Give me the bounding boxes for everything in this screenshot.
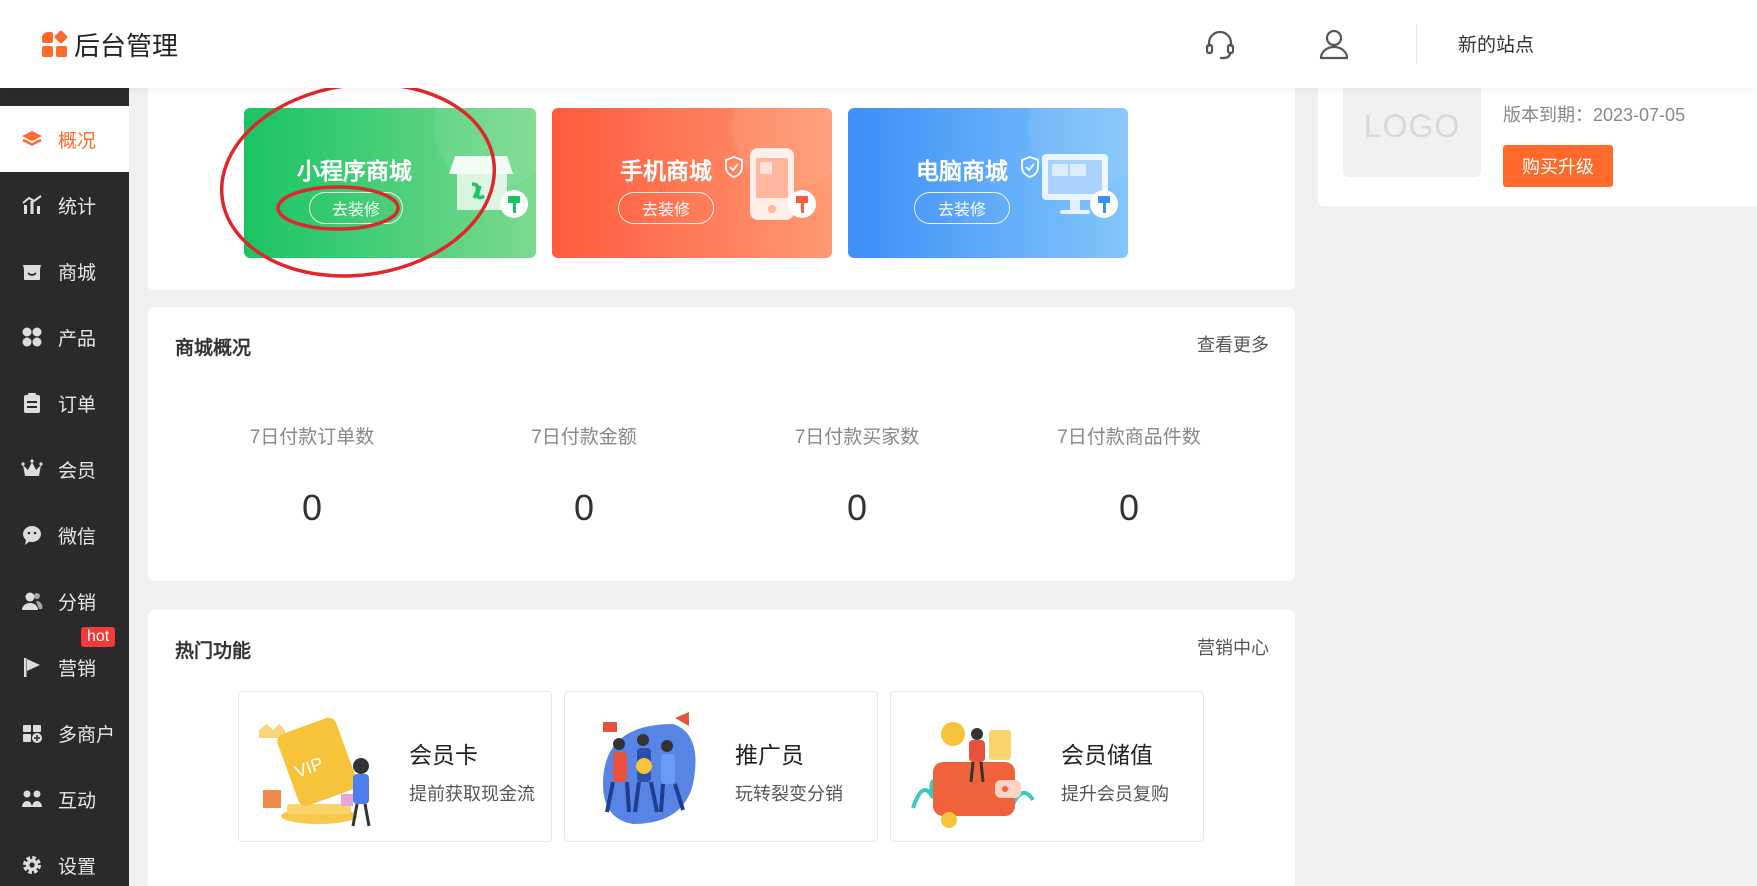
store-name: 手机商城	[620, 158, 712, 184]
store-name: 电脑商城	[916, 158, 1008, 184]
sidebar-item-label: 概况	[58, 130, 97, 152]
verified-shield-icon	[1021, 156, 1039, 178]
store-name: 小程序商城	[297, 158, 412, 184]
hot-badge: hot	[81, 627, 116, 647]
feature-title: 推广员	[735, 742, 804, 768]
sidebar-item-members[interactable]: 会员	[0, 436, 129, 502]
store-card-pc[interactable]: 电脑商城 去装修	[848, 108, 1128, 258]
promoter-illustration	[603, 712, 696, 824]
sidebar-item-label: 产品	[58, 328, 97, 350]
overview-title: 商城概况	[175, 338, 252, 359]
flag-icon	[20, 655, 44, 679]
shop-icon	[20, 259, 44, 283]
marketing-center-link[interactable]: 营销中心	[1197, 634, 1269, 660]
layers-icon	[20, 127, 44, 151]
store-card-miniprogram[interactable]: 小程序商城 去装修	[244, 108, 536, 258]
site-logo-placeholder[interactable]: LOGO	[1343, 75, 1481, 177]
verified-shield-icon	[725, 156, 743, 178]
feature-card-promoter[interactable]: 推广员 玩转裂变分销	[564, 691, 878, 842]
stat-label: 7日付款商品件数	[1057, 427, 1201, 448]
feature-subtitle: 提升会员复购	[1061, 784, 1169, 804]
sidebar-item-settings[interactable]: 设置	[0, 832, 129, 886]
vip-card-illustration: VIP	[259, 717, 371, 827]
top-header: 后台管理 新的站点	[0, 0, 1757, 88]
brand[interactable]: 后台管理	[42, 26, 178, 63]
miniprogram-shop-icon	[449, 156, 528, 218]
crown-icon	[20, 457, 44, 481]
sidebar-item-label: 统计	[58, 196, 97, 218]
sidebar-item-interaction[interactable]: 互动	[0, 766, 129, 832]
decorate-button[interactable]: 去装修	[309, 192, 403, 224]
sidebar-item-label: 会员	[58, 460, 97, 482]
wallet-illustration	[911, 722, 1035, 828]
stat-value: 0	[301, 487, 323, 528]
grid-icon	[20, 325, 44, 349]
stat-label: 7日付款买家数	[794, 427, 920, 448]
chart-icon	[20, 193, 44, 217]
desktop-computer-icon	[1042, 154, 1118, 218]
site-name[interactable]: 新的站点	[1458, 30, 1534, 57]
sidebar-item-label: 分销	[58, 592, 97, 614]
sidebar-item-stats[interactable]: 统计	[0, 172, 129, 238]
feature-title: 会员卡	[409, 742, 478, 768]
headset-icon[interactable]	[1202, 26, 1238, 62]
header-divider	[1416, 24, 1417, 64]
brand-logo-icon	[42, 29, 69, 58]
sidebar-item-label: 订单	[58, 394, 97, 416]
decorate-button[interactable]: 去装修	[914, 192, 1010, 224]
sidebar-item-orders[interactable]: 订单	[0, 370, 129, 436]
sidebar-item-wechat[interactable]: 微信	[0, 502, 129, 568]
users-icon	[20, 589, 44, 613]
people-icon	[20, 787, 44, 811]
sidebar-item-label: 设置	[58, 856, 97, 878]
stat-label: 7日付款金额	[531, 427, 637, 448]
sidebar-item-label: 微信	[58, 526, 97, 548]
sidebar-item-mall[interactable]: 商城	[0, 238, 129, 304]
version-expire-text: 版本到期：2023-07-05	[1503, 105, 1686, 125]
clipboard-icon	[20, 391, 44, 415]
store-card-mobile[interactable]: 手机商城 去装修	[552, 108, 832, 258]
sidebar-item-label: 互动	[58, 790, 97, 812]
stat-orders: 7日付款订单数 0	[197, 422, 427, 529]
stat-amount: 7日付款金额 0	[469, 422, 699, 529]
store-plus-icon	[20, 721, 44, 745]
sidebar-item-overview[interactable]: 概况	[0, 106, 129, 172]
feature-subtitle: 玩转裂变分销	[735, 784, 843, 804]
upgrade-button[interactable]: 购买升级	[1503, 145, 1613, 187]
stat-value: 0	[846, 487, 868, 528]
hot-features-title: 热门功能	[175, 641, 252, 662]
sidebar: 概况 统计 商城 产品 订单 会员 微信 分销 营销 多商户 互动 设置	[0, 88, 129, 886]
feature-card-member-card[interactable]: VIP 会员卡 提前获取现金流	[238, 691, 552, 842]
stat-label: 7日付款订单数	[249, 427, 375, 448]
sidebar-item-label: 营销	[58, 658, 97, 680]
gear-icon	[20, 853, 44, 877]
sidebar-item-products[interactable]: 产品	[0, 304, 129, 370]
view-more-link[interactable]: 查看更多	[1197, 331, 1269, 357]
sidebar-item-label: 多商户	[58, 724, 116, 746]
sidebar-item-multi-merchant[interactable]: 多商户	[0, 700, 129, 766]
stat-value: 0	[573, 487, 595, 528]
feature-subtitle: 提前获取现金流	[409, 784, 535, 804]
overview-panel: 商城概况 查看更多 7日付款订单数 0 7日付款金额 0 7日付款买家数 0 7…	[148, 307, 1295, 581]
decorate-button[interactable]: 去装修	[618, 192, 714, 224]
wechat-icon	[20, 523, 44, 547]
stat-items: 7日付款商品件数 0	[1014, 422, 1244, 529]
app-title: 后台管理	[74, 31, 179, 61]
sidebar-item-distribution[interactable]: 分销	[0, 568, 129, 634]
feature-title: 会员储值	[1061, 742, 1153, 768]
stat-buyers: 7日付款买家数 0	[742, 422, 972, 529]
feature-card-member-recharge[interactable]: 会员储值 提升会员复购	[890, 691, 1204, 842]
sidebar-item-label: 商城	[58, 262, 97, 284]
mobile-phone-icon	[750, 148, 816, 220]
user-icon[interactable]	[1316, 26, 1352, 62]
stat-value: 0	[1118, 487, 1140, 528]
